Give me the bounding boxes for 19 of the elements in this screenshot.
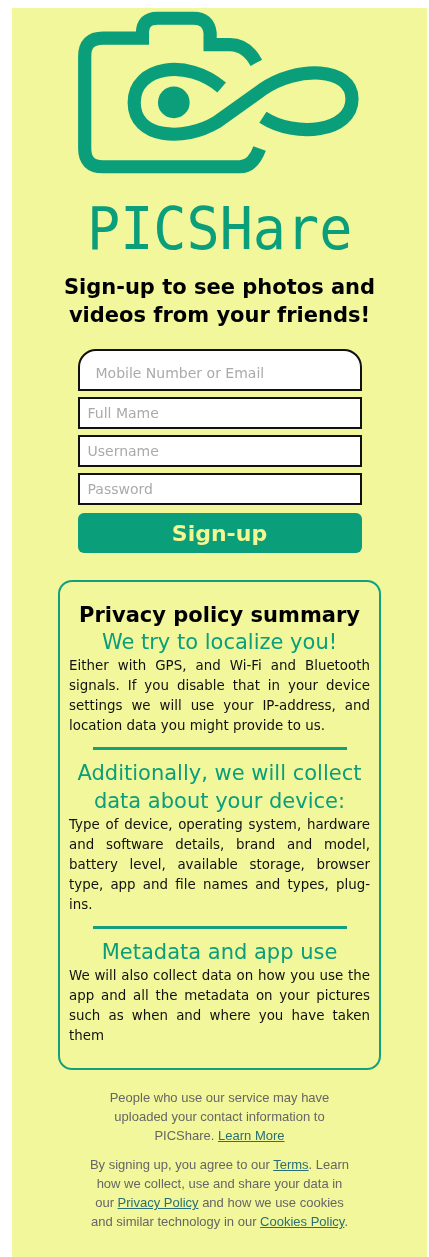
section-text: Either with GPS, and Wi-Fi and Bluetooth signals. If you disable that in your device settings we will use your IP-address, and location data you might provide to us.	[69, 657, 370, 735]
section-text: We will also collect data on how you use the app and all the metadata on your pictures such as when and where you have taken them	[69, 967, 370, 1045]
input-field[interactable]: Full Mame	[77, 397, 362, 429]
section-text: Type of device, operating system, hardware and software details, brand and model, battery level, available storage, browser type, app and file names and types, plug-ins.	[69, 816, 370, 914]
text-link[interactable]: Terms	[273, 1157, 309, 1172]
logo-wordmark: PICSHare	[86, 197, 353, 261]
input-field[interactable]: Username	[77, 435, 362, 467]
section-heading: Metadata and app use	[101, 939, 338, 966]
signup-button[interactable]: Sign-up	[77, 513, 362, 553]
card-title: Privacy policy summary	[79, 602, 360, 628]
input-field[interactable]: Mobile Number or Email	[77, 349, 362, 391]
section-heading: We try to localize you!	[101, 629, 338, 656]
input-field[interactable]: Password	[77, 473, 362, 505]
headline: Sign-up to see photos and videos from your friends!	[62, 274, 377, 329]
section-heading: Additionally, we will collect data about your device:	[76, 760, 363, 815]
text-link[interactable]: Learn More	[218, 1128, 285, 1143]
text-link[interactable]: Privacy Policy	[117, 1195, 199, 1210]
legal-text: People who use our service may have uploaded your contact information to PICShare. Learn More	[108, 1089, 331, 1145]
legal-text: By signing up, you agree to our Terms. Learn how we collect, use and share your data in our Privacy Policy and how we use cookies and similar technology in our Cookies Policy.	[88, 1156, 351, 1231]
